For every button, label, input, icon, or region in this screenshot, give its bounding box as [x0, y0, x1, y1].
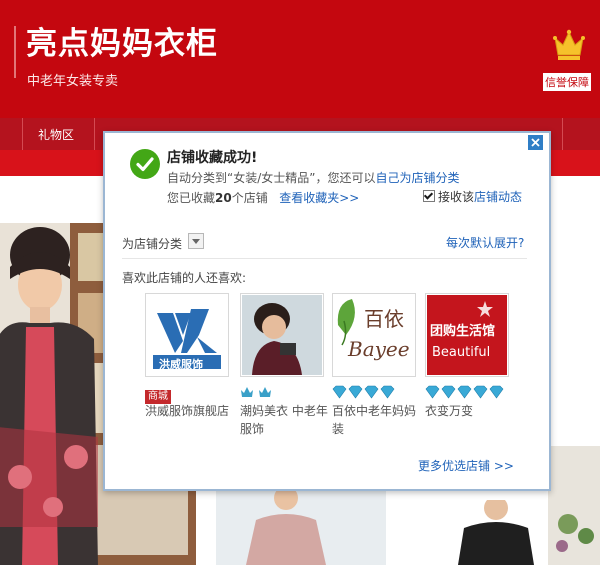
- checkbox-checked-icon[interactable]: [423, 190, 435, 202]
- diamond-rating-icon: [425, 385, 504, 399]
- close-button[interactable]: [528, 135, 543, 150]
- count-suffix: 个店铺: [231, 191, 268, 205]
- default-expand-link[interactable]: 每次默认展开?: [446, 234, 524, 251]
- model-figure: [458, 500, 534, 565]
- shop-logo[interactable]: 洪威服饰: [145, 293, 229, 377]
- nav-divider: [22, 118, 23, 150]
- nav-item-gifts[interactable]: 礼物区: [38, 126, 74, 143]
- recommended-shop-card: 潮妈美衣 中老年服饰: [240, 293, 328, 438]
- bayee-en-text: Bayee: [348, 337, 410, 361]
- diamond-rating-icon: [332, 385, 395, 399]
- group-buy-cn-text: 团购生活馆: [430, 324, 496, 339]
- shop-subtitle: 中老年女装专卖: [27, 74, 119, 89]
- shop-rating: [425, 384, 511, 400]
- custom-category-link[interactable]: 自己为店铺分类: [375, 171, 459, 185]
- model-figure: [0, 227, 98, 565]
- shop-photo: [242, 295, 322, 375]
- shop-name-link[interactable]: 洪威服饰旗舰店: [145, 402, 233, 420]
- nav-divider: [562, 118, 563, 150]
- shop-logo[interactable]: [240, 293, 324, 377]
- section-divider: [122, 258, 527, 259]
- recommended-shop-card: 团购生活馆 Beautiful 衣变万变: [425, 293, 511, 420]
- category-dropdown-button[interactable]: [188, 233, 204, 249]
- recommended-shop-card: 百依 Bayee 百依中老年妈妈装: [332, 293, 418, 438]
- header-divider: [14, 26, 16, 78]
- group-buy-en-text: Beautiful: [432, 345, 491, 360]
- close-icon: [531, 138, 540, 147]
- shop-name-link[interactable]: 百依中老年妈妈装: [332, 402, 420, 438]
- shop-logo-text: 洪威服饰: [159, 358, 203, 371]
- view-favorites-link[interactable]: 查看收藏夹>>: [279, 191, 359, 205]
- category-label: 为店铺分类: [122, 237, 183, 251]
- shop-rating: [240, 384, 326, 400]
- shop-name-link[interactable]: 衣变万变: [425, 402, 513, 420]
- crown-rating-icon: [241, 387, 271, 397]
- product-photo-2[interactable]: [216, 490, 386, 565]
- favorite-count-message: 您已收藏20个店铺 查看收藏夹>>: [167, 189, 359, 206]
- product-photo-3[interactable]: [410, 500, 540, 565]
- more-shops-link[interactable]: 更多优选店铺 >>: [418, 457, 514, 474]
- crown-icon: [553, 29, 585, 60]
- recommended-shop-card: 洪威服饰 商城 洪威服饰旗舰店: [145, 293, 231, 420]
- success-check-icon: [130, 149, 160, 179]
- shop-rating: 商城: [145, 384, 231, 404]
- shop-title[interactable]: 亮点妈妈衣柜: [26, 18, 218, 63]
- auto-category-text: 自动分类到“女装/女士精品”，您还可以: [167, 171, 376, 185]
- shop-header: 亮点妈妈衣柜 中老年女装专卖 信誉保障: [0, 0, 600, 118]
- nav-divider: [94, 118, 95, 150]
- favorite-success-dialog: 店铺收藏成功! 自动分类到“女装/女士精品”，您还可以自己为店铺分类 您已收藏2…: [103, 131, 551, 491]
- shop-logo[interactable]: 团购生活馆 Beautiful: [425, 293, 509, 377]
- shop-updates-link[interactable]: 店铺动态: [474, 190, 522, 204]
- recommendations-heading: 喜欢此店铺的人还喜欢:: [122, 271, 247, 285]
- dialog-title: 店铺收藏成功!: [167, 150, 258, 166]
- count-prefix: 您已收藏: [167, 191, 216, 205]
- auto-category-message: 自动分类到“女装/女士精品”，您还可以自己为店铺分类: [167, 169, 460, 186]
- shop-name-link[interactable]: 潮妈美衣 中老年服饰: [240, 402, 328, 438]
- trust-badge[interactable]: 信誉保障: [540, 73, 591, 91]
- product-photo-4[interactable]: [548, 446, 600, 565]
- subscribe-updates-checkbox[interactable]: 接收该店铺动态: [423, 188, 522, 205]
- subscribe-label: 接收该: [438, 190, 475, 204]
- model-figure: [246, 490, 326, 565]
- favorite-count: 20: [215, 191, 232, 205]
- bayee-cn-text: 百依: [364, 307, 404, 331]
- floral-decor: [548, 446, 600, 565]
- shop-logo[interactable]: 百依 Bayee: [332, 293, 416, 377]
- shop-rating: [332, 384, 418, 400]
